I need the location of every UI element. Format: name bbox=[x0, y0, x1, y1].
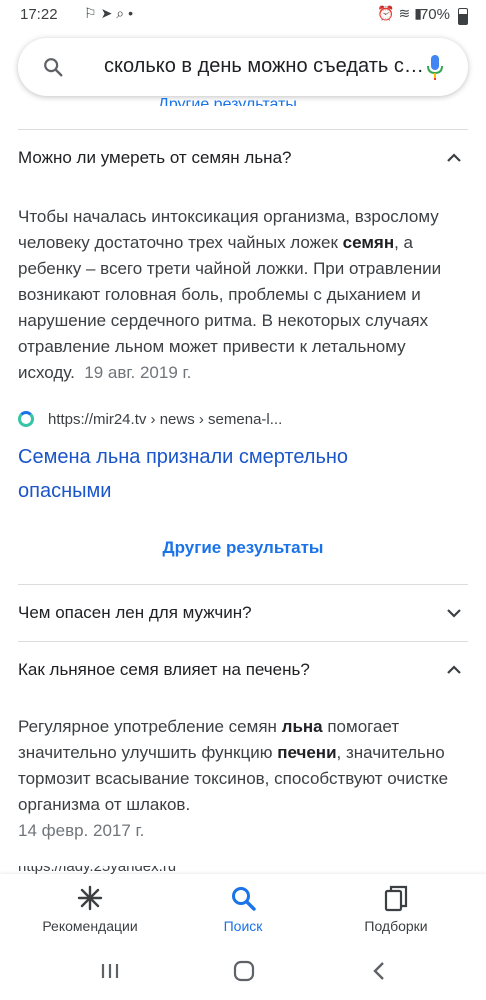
result-url[interactable]: https://mir24.tv › news › semena-l... bbox=[48, 411, 282, 428]
collections-icon bbox=[384, 885, 408, 912]
result-title-link[interactable]: Семена льна признали смертельно опасными bbox=[18, 440, 418, 508]
answer-date: 19 авг. 2019 г. bbox=[84, 363, 192, 382]
faq-question-1[interactable]: Можно ли умереть от семян льна? bbox=[0, 130, 486, 186]
chevron-up-icon[interactable] bbox=[446, 662, 462, 678]
result-source[interactable]: https://mir24.tv › news › semena-l... bbox=[18, 408, 458, 432]
faq-answer-1: Чтобы началась интоксикация организма, в… bbox=[18, 207, 442, 382]
faq-answer-3: Регулярное употребление семян льна помог… bbox=[18, 717, 449, 840]
nav-search[interactable]: Поиск bbox=[173, 884, 313, 934]
answer-date: 14 февр. 2017 г. bbox=[18, 821, 145, 840]
chevron-up-icon[interactable] bbox=[446, 150, 462, 166]
notification-icons: ⚐➤⌕• bbox=[84, 5, 137, 22]
more-results-link[interactable]: Другие результаты bbox=[0, 538, 486, 558]
chevron-down-icon[interactable] bbox=[446, 605, 462, 621]
faq-question-text: Чем опасен лен для мужчин? bbox=[18, 603, 252, 622]
system-icons: ⏰≋▮ bbox=[377, 5, 426, 22]
status-bar: 17:22 ⚐➤⌕• ⏰≋▮ 70% bbox=[0, 0, 486, 30]
send-icon: ➤ bbox=[100, 5, 117, 21]
dot-icon: • bbox=[128, 5, 138, 21]
recent-apps-icon[interactable] bbox=[95, 958, 125, 984]
battery-icon bbox=[458, 8, 468, 25]
mic-icon[interactable] bbox=[424, 53, 446, 81]
search-icon: ⌕ bbox=[116, 5, 129, 21]
nav-recommendations[interactable]: Рекомендации bbox=[20, 884, 160, 934]
status-time: 17:22 bbox=[20, 6, 58, 23]
search-icon[interactable] bbox=[42, 56, 64, 78]
faq-question-2[interactable]: Чем опасен лен для мужчин? bbox=[0, 585, 486, 641]
notification-icon: ⚐ bbox=[84, 5, 101, 21]
bottom-navigation: Рекомендации Поиск Подборки bbox=[0, 874, 486, 946]
alarm-icon: ⏰ bbox=[377, 5, 399, 21]
search-query[interactable]: сколько в день можно съедать семена льна bbox=[104, 55, 424, 78]
nav-label: Рекомендации bbox=[42, 918, 138, 934]
faq-question-text: Как льняное семя влияет на печень? bbox=[18, 660, 310, 679]
battery-percent: 70% bbox=[419, 6, 450, 23]
asterisk-icon bbox=[77, 885, 103, 911]
site-favicon-icon bbox=[18, 411, 34, 427]
home-icon[interactable] bbox=[229, 958, 259, 984]
faq-question-3[interactable]: Как льняное семя влияет на печень? bbox=[0, 642, 486, 698]
nav-label: Поиск bbox=[223, 918, 263, 934]
previous-more-results-link[interactable]: Другие результаты bbox=[158, 86, 297, 106]
search-icon bbox=[232, 887, 256, 911]
faq-question-text: Можно ли умереть от семян льна? bbox=[18, 148, 292, 167]
system-navigation-bar bbox=[0, 946, 486, 1000]
nav-collections[interactable]: Подборки bbox=[326, 884, 466, 934]
wifi-icon: ≋ bbox=[398, 5, 415, 21]
nav-label: Подборки bbox=[364, 918, 428, 934]
back-icon[interactable] bbox=[365, 958, 395, 984]
